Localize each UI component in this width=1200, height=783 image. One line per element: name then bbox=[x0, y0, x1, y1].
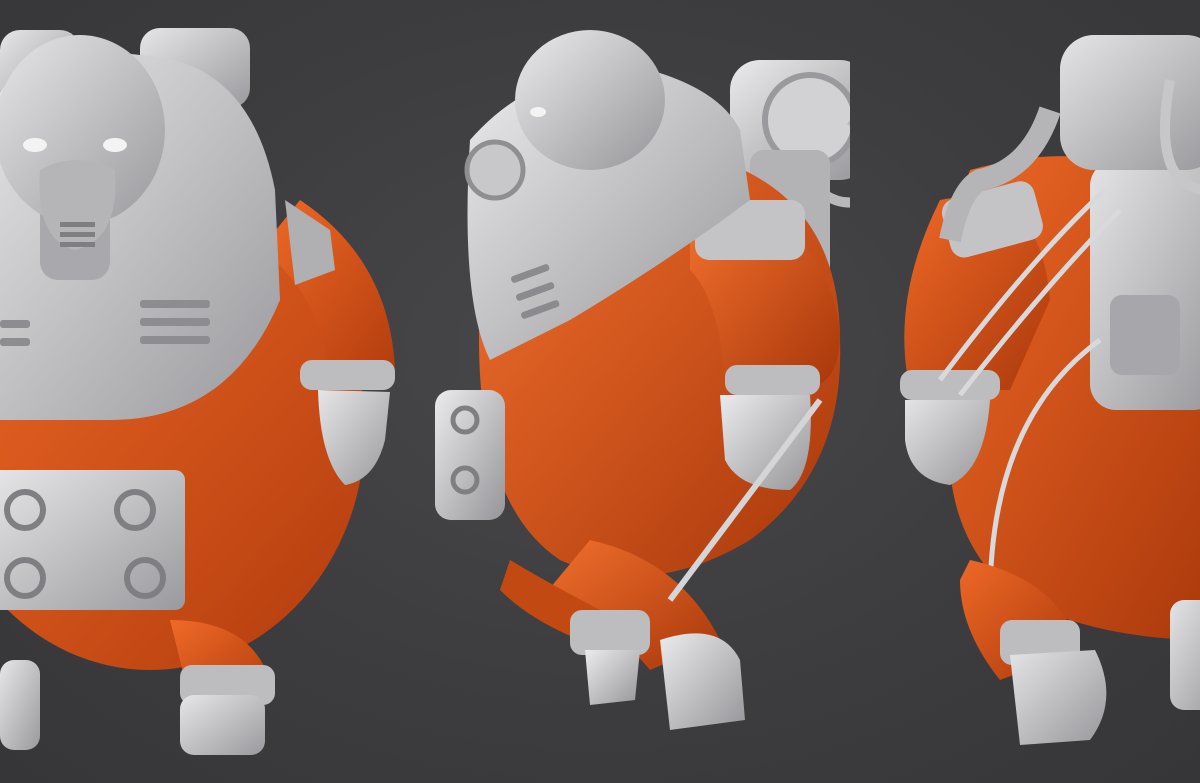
wrist-cuff bbox=[900, 370, 1000, 400]
mask-grille bbox=[60, 222, 95, 247]
eye bbox=[530, 107, 546, 117]
character-head bbox=[515, 30, 665, 170]
eye bbox=[23, 138, 47, 152]
wrist-cuff bbox=[725, 365, 820, 395]
boot bbox=[1010, 650, 1107, 745]
character-turnaround-render bbox=[0, 0, 1200, 783]
eye bbox=[103, 138, 127, 152]
boot bbox=[0, 660, 40, 750]
boot bbox=[585, 650, 640, 705]
knee-cuff bbox=[570, 610, 650, 655]
boot bbox=[660, 633, 745, 730]
boot bbox=[1170, 600, 1200, 710]
backpack-tank bbox=[1060, 35, 1200, 170]
boot bbox=[180, 695, 265, 755]
front-view bbox=[0, 28, 395, 755]
breathing-mask bbox=[464, 139, 526, 201]
backpack-panel bbox=[1110, 295, 1180, 375]
side-view bbox=[435, 30, 850, 730]
three-quarter-back-view bbox=[900, 35, 1200, 745]
wrist-cuff bbox=[300, 360, 395, 390]
